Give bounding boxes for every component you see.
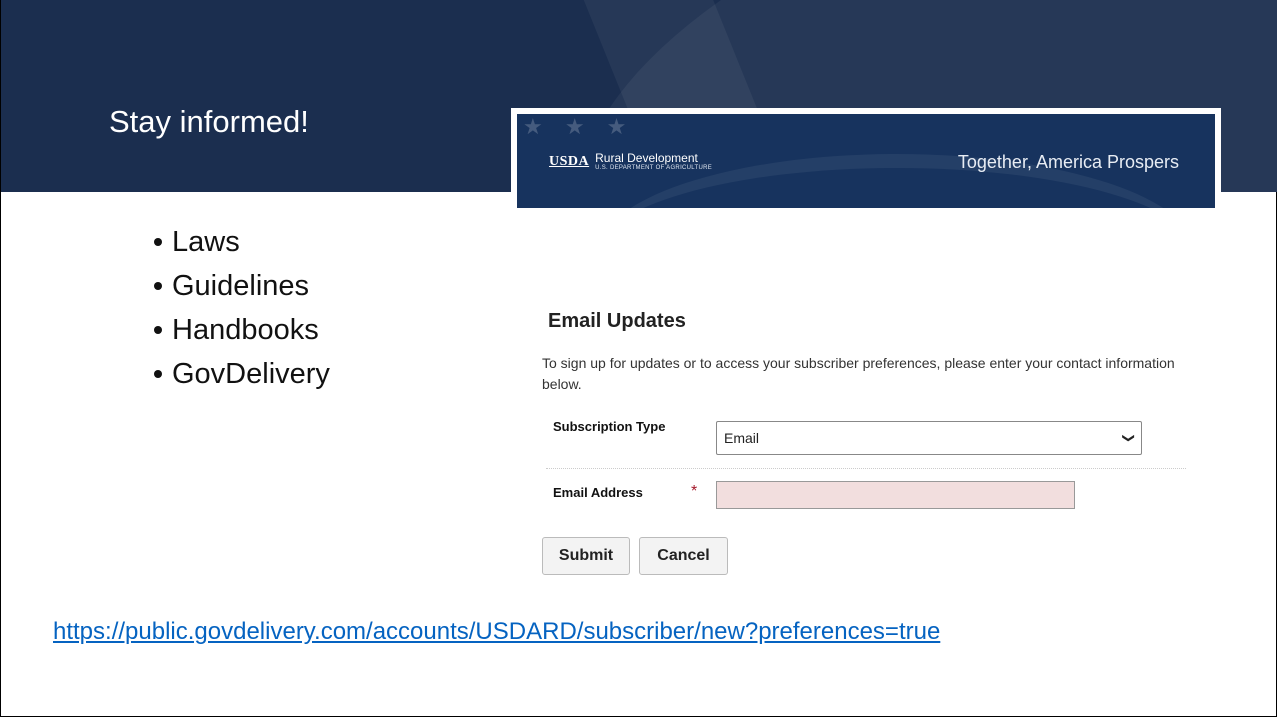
- logo-text: Rural Development U.S. DEPARTMENT OF AGR…: [595, 152, 712, 172]
- bullet-text: Laws: [172, 226, 240, 258]
- email-input[interactable]: [716, 481, 1075, 509]
- email-address-label: Email Address: [553, 485, 643, 500]
- usda-logo[interactable]: USDA Rural Development U.S. DEPARTMENT O…: [549, 152, 712, 172]
- stars-icon: ★ ★ ★: [523, 114, 635, 139]
- bullet-icon: [154, 326, 162, 334]
- bullet-icon: [154, 238, 162, 246]
- cancel-button[interactable]: Cancel: [639, 537, 728, 575]
- usda-banner: ★ ★ ★ USDA Rural Development U.S. DEPART…: [517, 114, 1215, 208]
- select-value: Email: [724, 430, 760, 446]
- required-marker: *: [691, 483, 698, 500]
- bullet-item: Guidelines: [154, 264, 330, 308]
- slide-title: Stay informed!: [109, 104, 309, 139]
- email-updates-form: Email Updates To sign up for updates or …: [542, 310, 1202, 395]
- bullet-text: Guidelines: [172, 270, 310, 302]
- bullet-item: Handbooks: [154, 308, 330, 352]
- slide: Stay informed! Laws Guidelines Handbooks…: [0, 0, 1277, 717]
- department-name: U.S. DEPARTMENT OF AGRICULTURE: [595, 165, 713, 171]
- bullet-text: GovDelivery: [172, 358, 330, 390]
- chevron-down-icon: ❯: [1121, 432, 1136, 444]
- subscription-type-select[interactable]: Email ❯: [716, 421, 1142, 455]
- submit-button[interactable]: Submit: [542, 537, 630, 575]
- logo-mark: USDA: [549, 154, 590, 169]
- bullet-list: Laws Guidelines Handbooks GovDelivery: [154, 220, 330, 396]
- bullet-text: Handbooks: [172, 314, 319, 346]
- agency-name: Rural Development: [595, 151, 698, 165]
- embedded-screenshot: ★ ★ ★ USDA Rural Development U.S. DEPART…: [511, 108, 1221, 214]
- bullet-icon: [154, 370, 162, 378]
- subscription-type-label: Subscription Type: [553, 419, 666, 434]
- govdelivery-link[interactable]: https://public.govdelivery.com/accounts/…: [53, 618, 940, 646]
- tagline: Together, America Prospers: [957, 152, 1179, 172]
- form-intro: To sign up for updates or to access your…: [542, 355, 1175, 392]
- bullet-item: Laws: [154, 220, 330, 264]
- bullet-icon: [154, 282, 162, 290]
- bullet-item: GovDelivery: [154, 352, 330, 396]
- divider: [546, 468, 1186, 469]
- form-heading: Email Updates: [548, 310, 686, 332]
